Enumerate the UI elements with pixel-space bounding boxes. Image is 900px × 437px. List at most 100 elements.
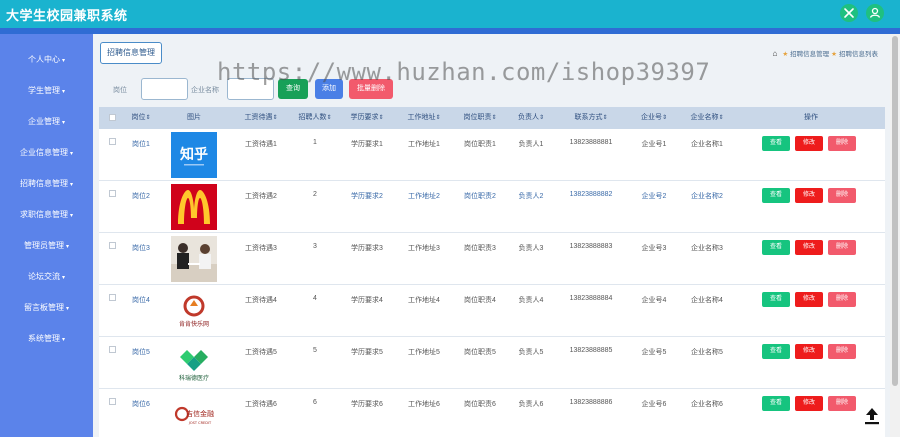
sidebar-item-recruitment[interactable]: 招聘信息管理 ▾ [0, 174, 93, 194]
top-bar: 大学生校园兼职系统 [0, 0, 900, 28]
chevron-down-icon: ▾ [61, 275, 65, 281]
chevron-down-icon: ▾ [69, 182, 73, 188]
edit-button[interactable]: 修改 [795, 188, 823, 203]
row-checkbox[interactable] [109, 242, 116, 249]
delete-button[interactable]: 删除 [828, 240, 856, 255]
sort-icon: ⇕ [718, 115, 724, 121]
sidebar-item-students[interactable]: 学生管理 ▾ [0, 81, 93, 101]
col-header-company-no[interactable]: 企业号⇕ [634, 107, 674, 129]
cell-education: 学历要求1 [351, 141, 383, 148]
edit-button[interactable]: 修改 [795, 344, 823, 359]
position-label: 岗位 [113, 87, 127, 94]
tab-recruitment[interactable]: 招聘信息管理 [100, 42, 162, 64]
col-header-position[interactable]: 岗位⇕ [127, 107, 155, 129]
edit-button[interactable]: 修改 [795, 136, 823, 151]
chevron-down-icon: ▾ [61, 337, 65, 343]
cell-duties: 岗位职责1 [464, 141, 496, 148]
company-logo-red: 肯肯快乐网 [171, 288, 217, 334]
logo-text: 科瑞德医疗 [179, 374, 209, 382]
view-button[interactable]: 查看 [762, 396, 790, 411]
sidebar-item-job-seeking[interactable]: 求职信息管理 ▾ [0, 205, 93, 225]
cell-company-no: 企业号6 [641, 401, 667, 408]
view-button[interactable]: 查看 [762, 136, 790, 151]
col-header-salary[interactable]: 工资待遇⇕ [239, 107, 283, 129]
col-header-duties[interactable]: 岗位职责⇕ [458, 107, 502, 129]
sidebar-item-label: 系统管理 [27, 334, 60, 343]
sort-icon: ⇕ [538, 115, 545, 121]
sidebar-item-personal-center[interactable]: 个人中心 ▾ [0, 50, 93, 70]
company-logo-green: 科瑞德医疗 [171, 340, 217, 386]
edit-button[interactable]: 修改 [795, 396, 823, 411]
position-search-input[interactable] [141, 78, 188, 100]
sidebar-item-forum[interactable]: 论坛交流 ▾ [0, 267, 93, 287]
expand-icon[interactable] [840, 4, 858, 22]
edit-button[interactable]: 修改 [795, 240, 823, 255]
cell-salary: 工资待遇1 [245, 141, 277, 148]
row-checkbox[interactable] [109, 138, 116, 145]
row-checkbox[interactable] [109, 346, 116, 353]
sidebar-item-label: 个人中心 [27, 55, 60, 64]
cell-position: 岗位4 [132, 297, 150, 304]
cell-phone: 13823888886 [569, 399, 613, 406]
col-header-education[interactable]: 学历要求⇕ [345, 107, 389, 129]
edit-button[interactable]: 修改 [795, 292, 823, 307]
cell-salary: 工资待遇6 [245, 401, 277, 408]
sidebar-item-admins[interactable]: 管理员管理 ▾ [0, 236, 93, 256]
cell-contact-person: 负责人6 [518, 401, 544, 408]
logo-text: 知乎 [180, 146, 208, 163]
back-to-top-icon[interactable] [862, 405, 882, 427]
logo-text: 吉信金融 [186, 409, 214, 418]
cell-salary: 工资待遇2 [245, 193, 277, 200]
cell-address: 工作地址3 [408, 245, 440, 252]
cell-position: 岗位6 [132, 401, 150, 408]
cell-contact-person: 负责人1 [518, 141, 544, 148]
user-icon[interactable] [866, 4, 884, 22]
delete-button[interactable]: 删除 [828, 136, 856, 151]
row-checkbox[interactable] [109, 190, 116, 197]
sidebar-item-label: 求职信息管理 [19, 210, 68, 219]
delete-button[interactable]: 删除 [828, 292, 856, 307]
row-checkbox[interactable] [109, 398, 116, 405]
sidebar-item-system[interactable]: 系统管理 ▾ [0, 329, 93, 349]
sidebar-item-label: 企业管理 [27, 117, 60, 126]
table-row: 岗位5 科瑞德医疗 工资待遇5 5 学历要求5 工作地址5 岗位职责5 负责人5… [99, 337, 885, 389]
view-button[interactable]: 查看 [762, 292, 790, 307]
cell-company-no: 企业号3 [641, 245, 667, 252]
cell-duties: 岗位职责4 [464, 297, 496, 304]
cell-phone: 13823888882 [569, 191, 613, 198]
table-header: 岗位⇕ 图片 工资待遇⇕ 招聘人数⇕ 学历要求⇕ 工作地址⇕ 岗位职责⇕ 负责人… [99, 107, 885, 129]
sidebar-item-message-board[interactable]: 留言板管理 ▾ [0, 298, 93, 318]
sidebar-item-companies[interactable]: 企业管理 ▾ [0, 112, 93, 132]
col-header-address[interactable]: 工作地址⇕ [402, 107, 446, 129]
view-button[interactable]: 查看 [762, 240, 790, 255]
cell-phone: 13823888881 [569, 139, 613, 146]
logo-subtext: JOST CREDIT [188, 421, 212, 425]
scrollbar-thumb[interactable] [892, 36, 898, 386]
view-button[interactable]: 查看 [762, 344, 790, 359]
home-icon[interactable]: ⌂ [773, 49, 778, 58]
cell-phone: 13823888885 [569, 347, 613, 354]
sort-icon: ⇕ [145, 115, 151, 121]
row-checkbox[interactable] [109, 294, 116, 301]
cell-education: 学历要求4 [351, 297, 383, 304]
sidebar-item-company-info[interactable]: 企业信息管理 ▾ [0, 143, 93, 163]
cell-duties: 岗位职责5 [464, 349, 496, 356]
cell-duties: 岗位职责3 [464, 245, 496, 252]
breadcrumb-level1[interactable]: 招聘信息管理 [790, 51, 829, 58]
cell-company-name: 企业名称6 [691, 401, 723, 408]
col-header-contact-person[interactable]: 负责人⇕ [511, 107, 551, 129]
cell-education: 学历要求5 [351, 349, 383, 356]
delete-button[interactable]: 删除 [828, 396, 856, 411]
col-header-phone[interactable]: 联系方式⇕ [567, 107, 615, 129]
view-button[interactable]: 查看 [762, 188, 790, 203]
watermark: https://www.huzhan.com/ishop39397 [217, 58, 711, 86]
cell-salary: 工资待遇5 [245, 349, 277, 356]
delete-button[interactable]: 删除 [828, 344, 856, 359]
select-all-checkbox[interactable] [109, 114, 116, 121]
app-title: 大学生校园兼职系统 [6, 8, 128, 23]
delete-button[interactable]: 删除 [828, 188, 856, 203]
company-name-label: 企业名称 [191, 87, 219, 94]
col-header-headcount[interactable]: 招聘人数⇕ [293, 107, 337, 129]
col-header-company-name[interactable]: 企业名称⇕ [683, 107, 731, 129]
sidebar-item-label: 管理员管理 [23, 241, 64, 250]
